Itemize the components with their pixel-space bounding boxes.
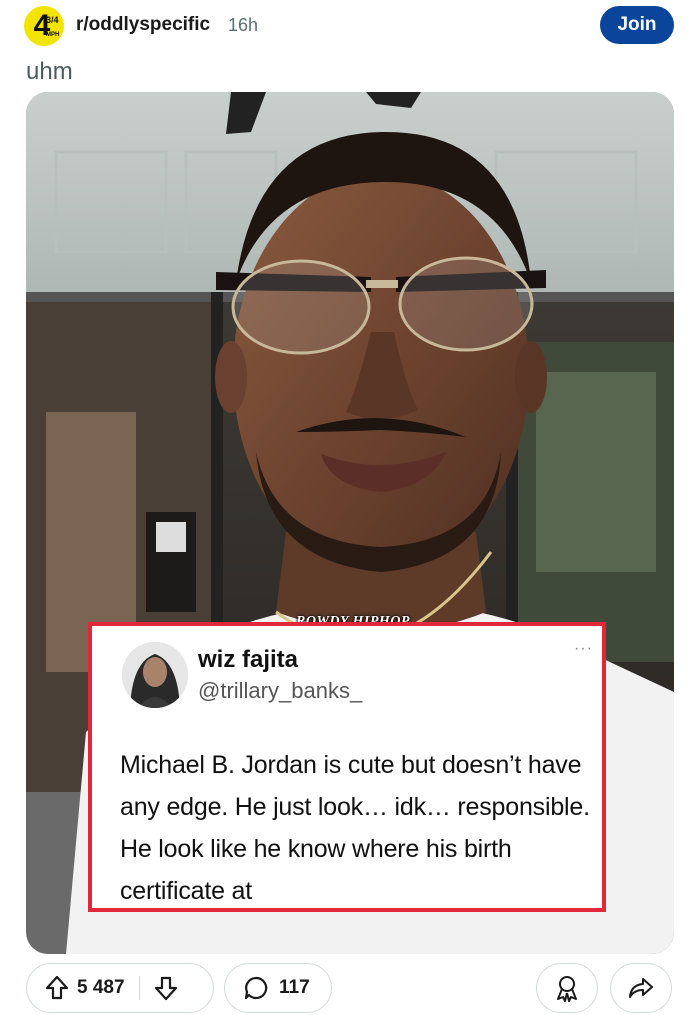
post-action-bar: 5 487 117	[0, 960, 700, 1015]
post-title[interactable]: uhm	[26, 58, 73, 86]
comment-count: 117	[279, 977, 310, 998]
vote-divider	[138, 976, 140, 1000]
tweet-author-avatar	[122, 642, 188, 708]
vote-score: 5 487	[77, 977, 125, 998]
comments-button[interactable]: 117	[224, 963, 332, 1013]
subreddit-avatar[interactable]: 4 3/4 MPH	[24, 6, 64, 46]
award-button[interactable]	[536, 963, 598, 1013]
share-button[interactable]	[610, 963, 672, 1013]
tweet-author-handle: @trillary_banks_	[198, 678, 363, 703]
downvote-button[interactable]	[154, 975, 178, 1001]
share-icon	[629, 978, 653, 998]
tweet-author-name: wiz fajita	[198, 646, 299, 673]
upvote-button[interactable]	[45, 975, 69, 1001]
post-image[interactable]: ROWDY HIPHOP wiz fajita @trillary_banks_…	[26, 92, 674, 954]
award-icon	[557, 976, 577, 1002]
tweet-card: wiz fajita @trillary_banks_ ··· Michael …	[88, 622, 606, 912]
more-options-icon: ···	[574, 640, 593, 657]
tweet-text: Michael B. Jordan is cute but doesn’t ha…	[120, 751, 590, 905]
comment-bubble-icon	[244, 976, 268, 1000]
arrow-up-icon	[45, 975, 69, 1000]
person-avatar-icon	[122, 642, 188, 708]
post-header: 4 3/4 MPH r/oddlyspecific 16h Join	[0, 0, 700, 52]
subreddit-name[interactable]: r/oddlyspecific	[76, 14, 210, 36]
avatar-fraction: 3/4	[46, 15, 59, 25]
post-age: 16h	[228, 15, 259, 35]
vote-control: 5 487	[26, 963, 214, 1013]
avatar-unit: MPH	[46, 32, 60, 38]
arrow-down-icon	[154, 976, 177, 1001]
join-button[interactable]: Join	[600, 6, 674, 44]
